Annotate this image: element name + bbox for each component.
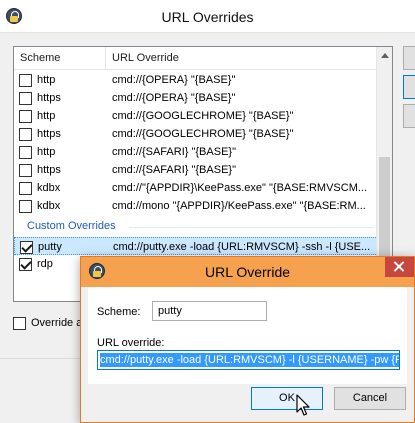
- override-cell: cmd://mono "{APPDIR}/KeePass.exe" "{BASE…: [112, 200, 366, 212]
- override-cell: cmd://{SAFARI} "{BASE}": [112, 164, 236, 176]
- scheme-cell: rdp: [37, 258, 53, 270]
- dialog-body: Scheme: URL override: cmd://putty.exe -l…: [88, 287, 407, 384]
- list-item[interactable]: http cmd://{SAFARI} "{BASE}": [14, 143, 378, 161]
- override-all-label: Override a: [31, 317, 83, 329]
- list-rows: http cmd://{OPERA} "{BASE}" https cmd://…: [14, 71, 378, 273]
- dialog-title: URL Override: [204, 264, 291, 280]
- enable-checkbox[interactable]: [19, 74, 32, 87]
- close-icon[interactable]: [385, 257, 414, 277]
- scheme-cell: http: [37, 74, 56, 86]
- list-item[interactable]: https cmd://{SAFARI} "{BASE}": [14, 161, 378, 179]
- override-cell: cmd://putty.exe -load {URL:RMVSCM} -ssh …: [113, 241, 371, 253]
- group-divider: [129, 227, 374, 228]
- list-header: Scheme URL Override: [14, 47, 392, 70]
- list-item[interactable]: kdbx cmd://mono "{APPDIR}/KeePass.exe" "…: [14, 197, 378, 215]
- column-header-url-override[interactable]: URL Override: [106, 47, 378, 70]
- override-all-checkbox[interactable]: [13, 317, 26, 330]
- override-cell: cmd://{OPERA} "{BASE}": [112, 74, 236, 86]
- list-item[interactable]: https cmd://{GOOGLECHROME} "{BASE}": [14, 125, 378, 143]
- window-title: URL Overrides: [161, 9, 254, 25]
- window-titlebar: URL Overrides: [0, 0, 415, 33]
- ok-button[interactable]: OK: [251, 387, 323, 410]
- scheme-label: Scheme:: [97, 306, 141, 318]
- override-cell: cmd://{OPERA} "{BASE}": [112, 92, 236, 104]
- enable-checkbox[interactable]: [19, 146, 32, 159]
- url-override-input[interactable]: cmd://putty.exe -load {URL:RMVSCM} -l {U…: [97, 350, 400, 370]
- url-override-dialog: URL Override Scheme: URL override: cmd:/…: [80, 256, 415, 423]
- enable-checkbox[interactable]: [20, 241, 33, 254]
- override-cell: cmd://{GOOGLECHROME} "{BASE}": [112, 128, 294, 140]
- override-cell: cmd://"{APPDIR}\KeePass.exe" "{BASE:RMVS…: [112, 182, 368, 194]
- scheme-cell: kdbx: [37, 200, 61, 212]
- scheme-cell: kdbx: [37, 182, 61, 194]
- group-header-custom: Custom Overrides: [14, 215, 378, 237]
- scheme-cell: https: [37, 128, 61, 140]
- url-override-selected-text: cmd://putty.exe -load {URL:RMVSCM} -l {U…: [100, 353, 399, 367]
- list-item[interactable]: http cmd://{OPERA} "{BASE}": [14, 71, 378, 89]
- scheme-cell: putty: [38, 241, 62, 253]
- group-header-label: Custom Overrides: [27, 220, 116, 232]
- list-item[interactable]: kdbx cmd://"{APPDIR}\KeePass.exe" "{BASE…: [14, 179, 378, 197]
- scheme-cell: http: [37, 110, 56, 122]
- enable-checkbox[interactable]: [19, 182, 32, 195]
- scheme-cell: https: [37, 164, 61, 176]
- mouse-pointer-icon: [296, 394, 310, 416]
- scheme-cell: http: [37, 146, 56, 158]
- enable-checkbox[interactable]: [19, 258, 32, 271]
- scheme-input[interactable]: [152, 301, 267, 321]
- enable-checkbox[interactable]: [19, 110, 32, 123]
- cancel-button[interactable]: Cancel: [334, 387, 406, 410]
- column-header-scheme[interactable]: Scheme: [14, 47, 106, 70]
- edit-button[interactable]: [403, 75, 415, 99]
- override-cell: cmd://{SAFARI} "{BASE}": [112, 146, 236, 158]
- scroll-up-icon[interactable]: [381, 53, 389, 58]
- add-button[interactable]: [403, 46, 415, 70]
- scheme-cell: https: [37, 92, 61, 104]
- url-override-label: URL override:: [97, 337, 165, 349]
- enable-checkbox[interactable]: [19, 92, 32, 105]
- dialog-titlebar: URL Override: [81, 257, 414, 287]
- list-item[interactable]: https cmd://{OPERA} "{BASE}": [14, 89, 378, 107]
- list-item[interactable]: http cmd://{GOOGLECHROME} "{BASE}": [14, 107, 378, 125]
- delete-button[interactable]: [403, 104, 415, 128]
- enable-checkbox[interactable]: [19, 128, 32, 141]
- enable-checkbox[interactable]: [19, 164, 32, 177]
- list-item-selected[interactable]: putty cmd://putty.exe -load {URL:RMVSCM}…: [14, 237, 378, 255]
- override-cell: cmd://{GOOGLECHROME} "{BASE}": [112, 110, 294, 122]
- enable-checkbox[interactable]: [19, 200, 32, 213]
